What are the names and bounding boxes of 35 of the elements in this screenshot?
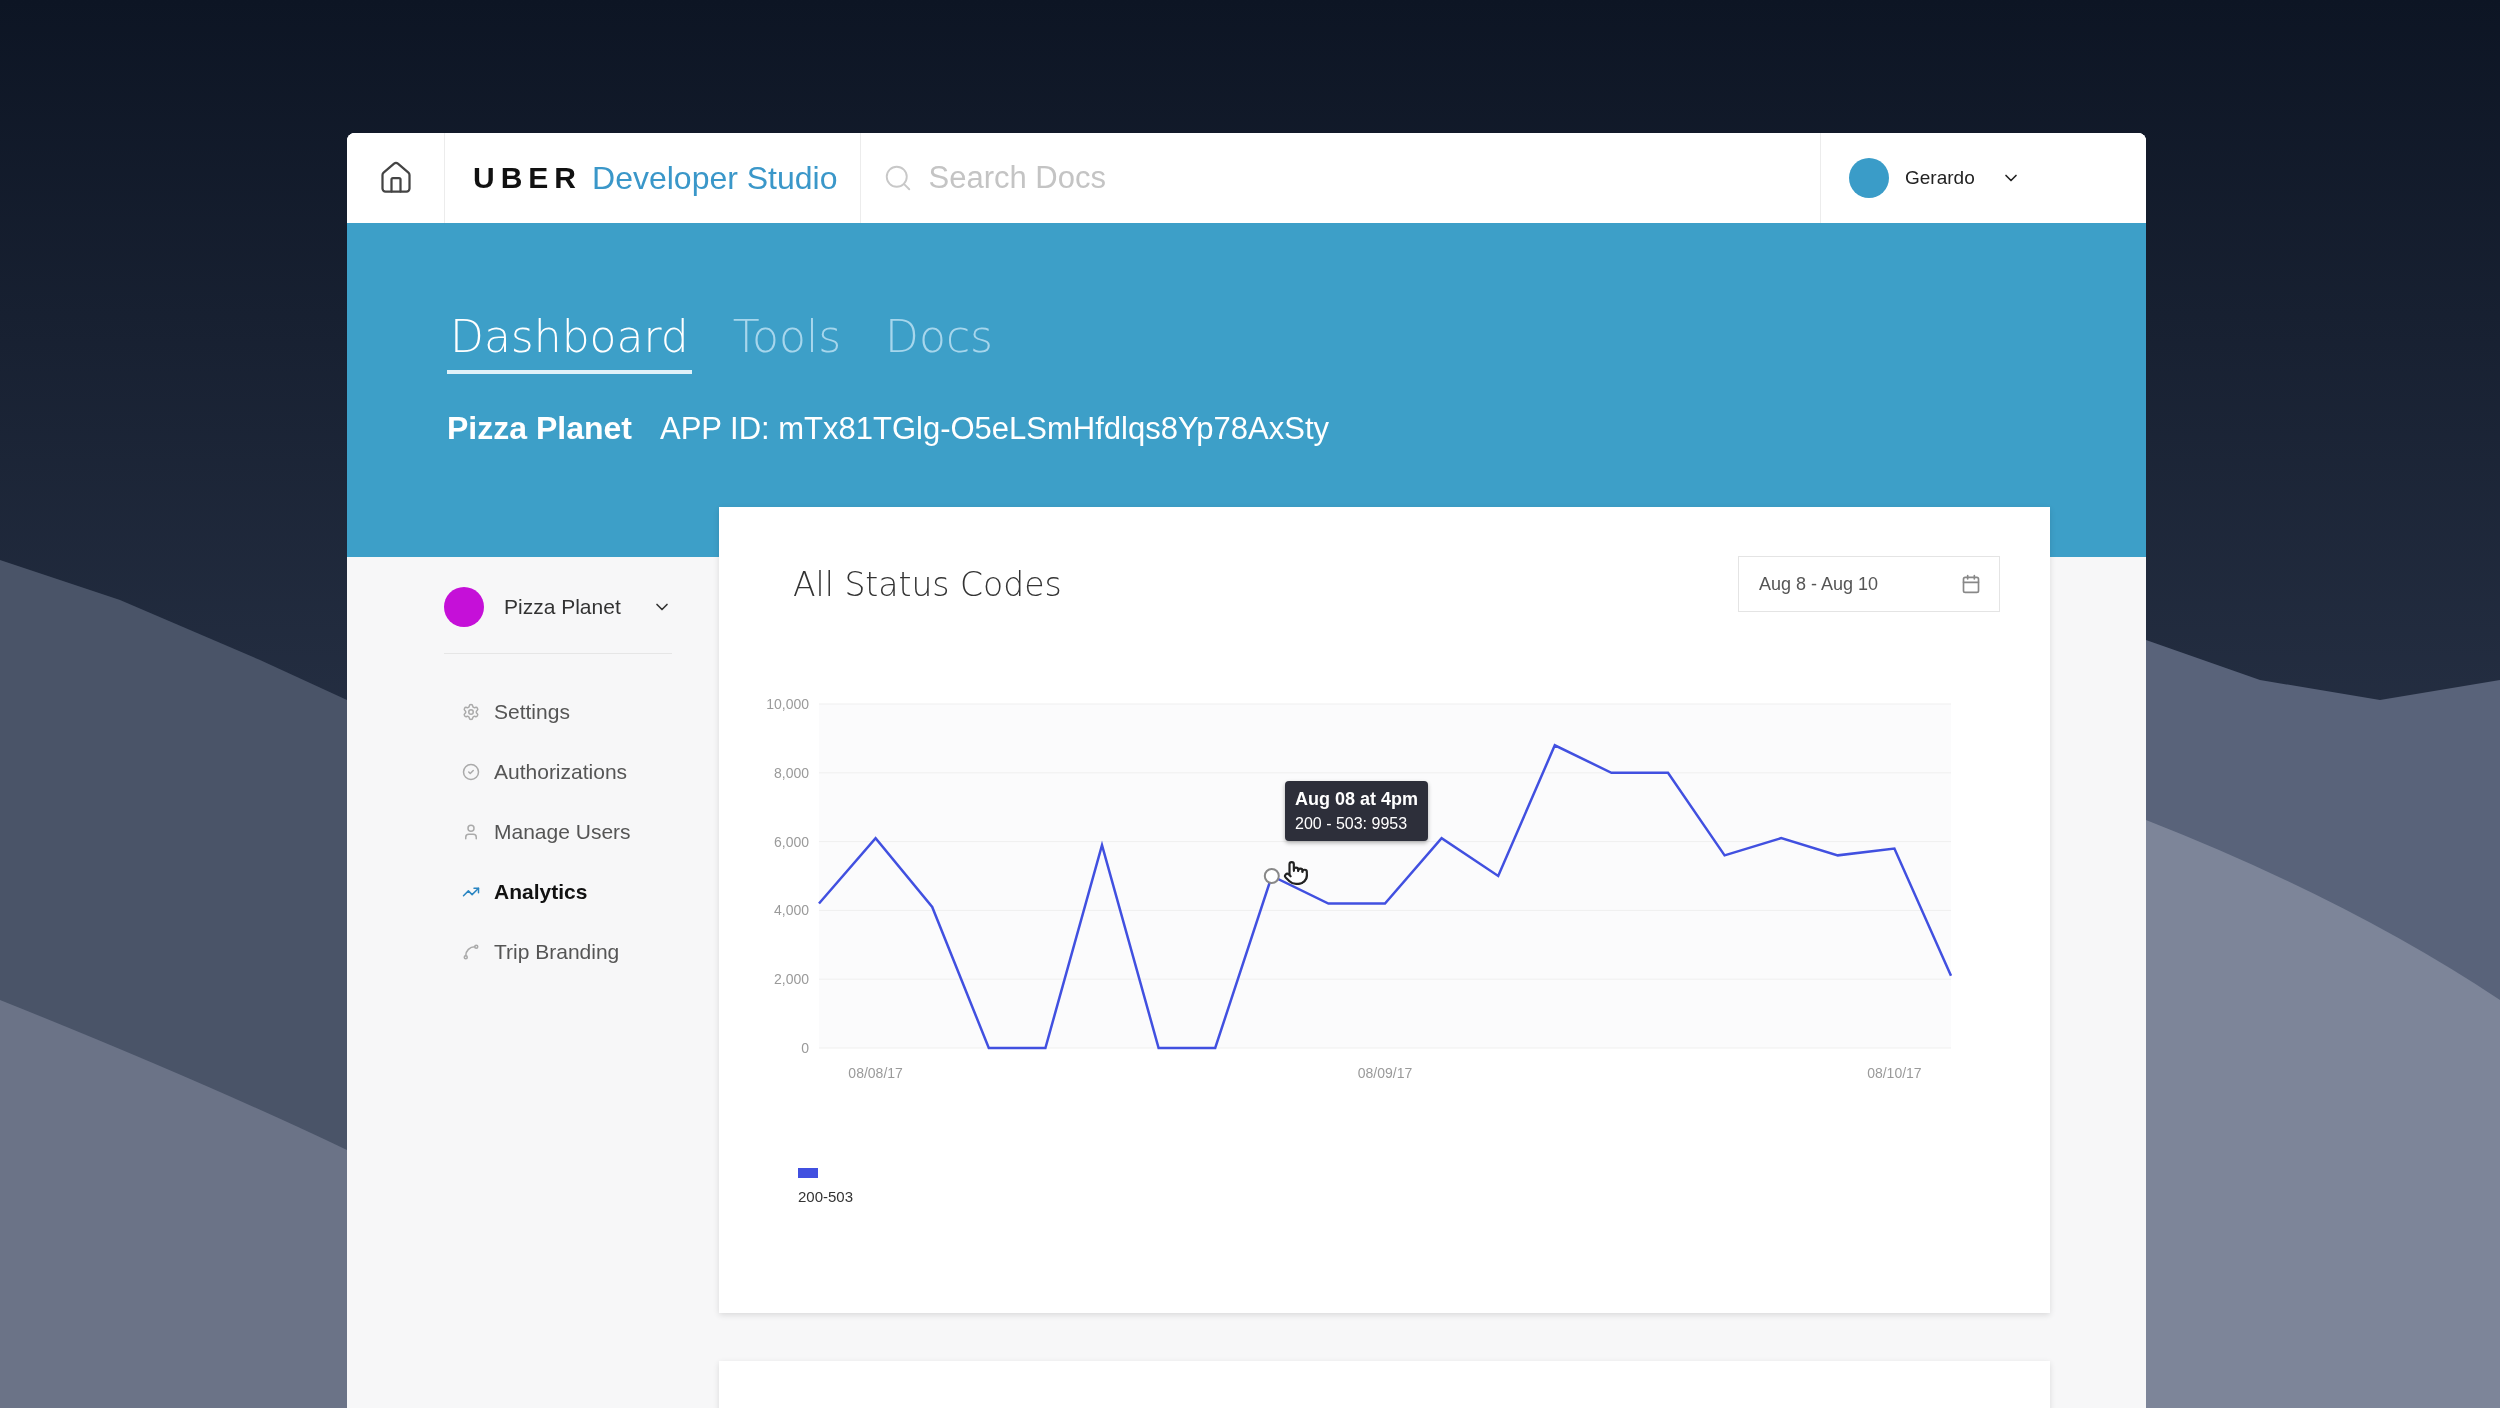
hand-cursor-icon <box>1283 860 1309 886</box>
search-field[interactable]: Search Docs <box>926 159 1531 197</box>
gear-icon <box>462 703 480 721</box>
brand-wordmark: UBER <box>473 161 582 195</box>
date-range-picker[interactable]: Aug 8 - Aug 10 <box>1738 556 2000 612</box>
sidebar-item[interactable]: Trip Branding <box>462 932 719 972</box>
axis-label: 2,000 <box>773 971 809 988</box>
axis-label: 0 <box>801 1040 809 1056</box>
calendar-icon <box>1961 574 1981 594</box>
tooltip-title: Aug 08 at 4pm <box>1295 789 1419 810</box>
sidebar-item[interactable]: Settings <box>462 692 719 732</box>
product-name: Developer Studio <box>592 159 838 197</box>
hover-point <box>1263 868 1280 884</box>
axis-label: 4,000 <box>773 902 809 919</box>
chart-title: All Status Codes <box>793 564 1062 604</box>
sidebar-item[interactable]: Authorizations <box>462 752 719 792</box>
avatar <box>1849 158 1889 198</box>
axis-label: 08/09/17 <box>1357 1065 1413 1081</box>
route-icon <box>462 943 480 961</box>
axis-label: 6,000 <box>773 833 809 850</box>
axis-label: 08/10/17 <box>1867 1065 1922 1081</box>
person-icon <box>462 823 480 841</box>
app-selector[interactable]: Pizza Planet <box>444 587 672 654</box>
sidebar-item[interactable]: Manage Users <box>462 812 719 852</box>
axis-label: 08/08/17 <box>848 1065 903 1081</box>
user-menu[interactable]: Gerardo <box>1820 133 2146 223</box>
app-id: APP ID: mTx81TGlg-O5eLSmHfdlqs8Yp78AxSty <box>659 411 1329 447</box>
axis-label: 10,000 <box>766 696 809 712</box>
check-circle-icon <box>462 763 480 781</box>
home-button[interactable] <box>347 133 445 223</box>
legend-label: 200-503 <box>798 1188 855 1205</box>
axis-label: 8,000 <box>773 764 809 781</box>
sidebar-item[interactable]: Analytics <box>462 872 719 912</box>
tooltip-value: 200 - 503: 9953 <box>1295 815 1409 833</box>
app-name: Pizza Planet <box>447 410 632 447</box>
